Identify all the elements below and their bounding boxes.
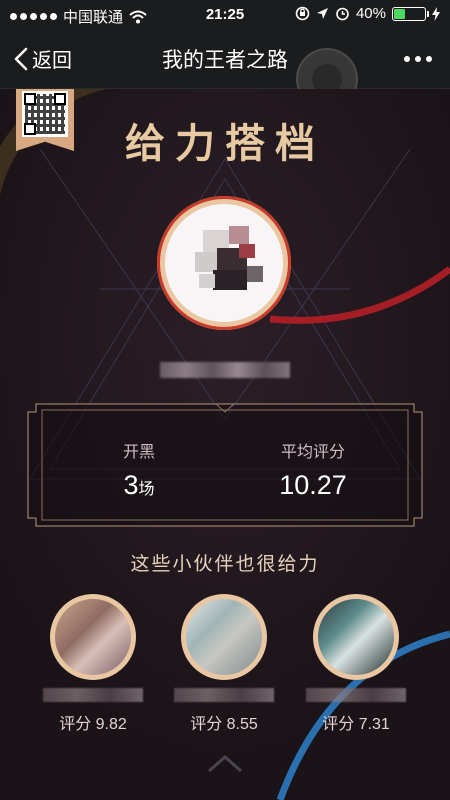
games-unit: 场: [138, 481, 155, 498]
partner-avatar: [181, 594, 267, 680]
games-label: 开黑: [122, 444, 155, 461]
partner-score: 评分 7.31: [322, 716, 390, 733]
location-icon: [316, 8, 328, 19]
status-right: 40%: [295, 5, 440, 22]
avg-score-stat: 平均评分 10.27: [254, 438, 372, 501]
stats-panel: 开黑 3场 平均评分 10.27: [26, 402, 424, 528]
partner-name-blurred: [43, 688, 143, 702]
chevron-up-icon[interactable]: [205, 751, 245, 775]
nav-title: 我的王者之路: [162, 49, 288, 72]
partners-section-title: 这些小伙伴也很给力: [130, 554, 320, 575]
partner-avatar-image: [318, 599, 394, 675]
battery-percent: 40%: [355, 5, 386, 22]
battery-level: [394, 8, 405, 19]
alarm-icon: [336, 7, 349, 21]
partner-username-blurred: [160, 362, 290, 378]
partner-avatar-main[interactable]: [157, 196, 291, 330]
status-bar: 中国联通 21:25 40%: [0, 0, 450, 30]
charging-icon: [432, 6, 440, 21]
nav-bar: 返回 我的王者之路: [0, 30, 450, 110]
partner-card[interactable]: 评分 7.31: [306, 594, 406, 734]
partner-score: 评分 8.55: [190, 716, 258, 733]
content-area: 给力搭档 开黑 3场 平均评分 10.27 这些小伙伴也很给力 评分 9.82 …: [0, 89, 450, 800]
avatar-image: [165, 204, 283, 322]
games-stat: 开黑 3场: [84, 438, 194, 501]
more-icon: [404, 56, 410, 62]
partner-avatar-image: [186, 599, 262, 675]
partner-score: 评分 9.82: [59, 716, 127, 733]
partner-avatar-image: [55, 599, 131, 675]
avg-score-value: 10.27: [279, 470, 347, 500]
avg-score-label: 平均评分: [280, 444, 345, 461]
games-value-row: 3场: [84, 470, 194, 501]
partner-avatar: [50, 594, 136, 680]
partner-avatar: [313, 594, 399, 680]
games-value: 3: [123, 470, 139, 500]
partner-name-blurred: [174, 688, 274, 702]
partner-card[interactable]: 评分 9.82: [43, 594, 143, 734]
partner-card[interactable]: 评分 8.55: [174, 594, 274, 734]
orientation-lock-icon: [295, 6, 310, 21]
partner-name-blurred: [306, 688, 406, 702]
page-title: 给力搭档: [125, 120, 325, 167]
battery-icon: [392, 6, 429, 21]
more-button[interactable]: [404, 56, 432, 62]
